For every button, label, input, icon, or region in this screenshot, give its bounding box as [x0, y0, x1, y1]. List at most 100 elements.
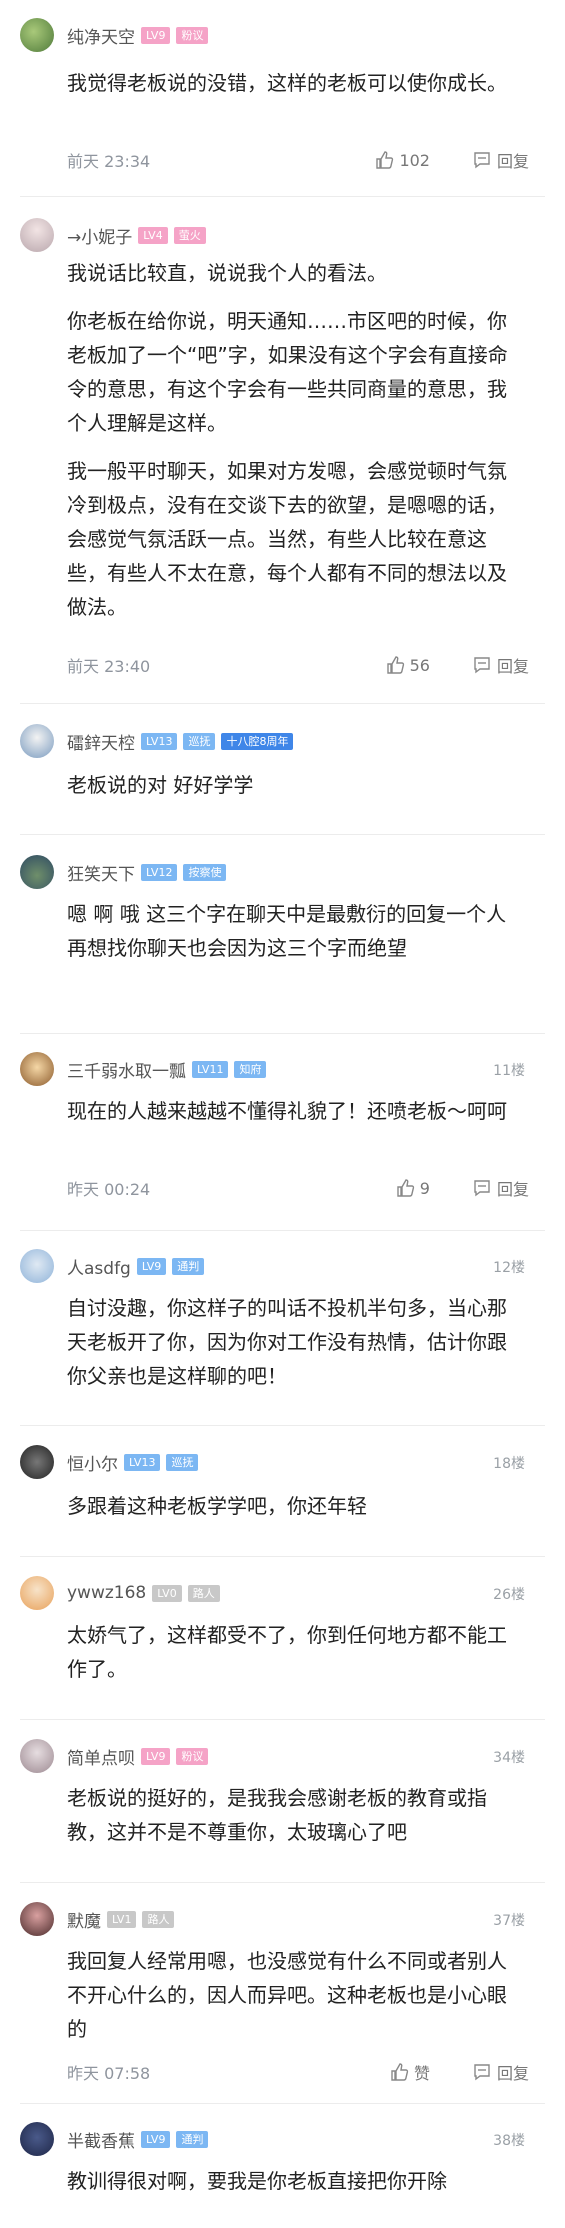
username[interactable]: 简单点呗: [67, 1744, 135, 1769]
avatar[interactable]: [20, 855, 54, 889]
avatar[interactable]: [20, 18, 54, 52]
reply-label: 回复: [496, 657, 529, 676]
divider: [20, 703, 545, 704]
username[interactable]: 恒小尔: [67, 1450, 118, 1475]
divider: [20, 1033, 545, 1034]
reply-label: 回复: [496, 152, 529, 171]
level-badge: LV9: [136, 1257, 167, 1275]
username[interactable]: 礌鋅天椌: [67, 729, 135, 754]
title-badge: 通判: [176, 2130, 209, 2148]
anniversary-badge: 十八腔8周年: [221, 732, 294, 750]
level-badge: LV1: [107, 1910, 137, 1928]
title-badge: 巡抚: [166, 1453, 199, 1471]
avatar[interactable]: [20, 1739, 54, 1773]
comment-text: 自讨没趣，你这样子的叫话不投机半句多，当心那天老板开了你，因为你对工作没有热情，…: [67, 1296, 507, 1388]
username[interactable]: 纯净天空: [67, 23, 135, 48]
comment-text: 教训得很对啊，要我是你老板直接把你开除: [67, 2169, 447, 2193]
divider: [20, 1719, 545, 1720]
title-badge: 路人: [142, 1910, 175, 1928]
divider: [20, 1425, 545, 1426]
title-badge: 巡抚: [183, 732, 216, 750]
thumbs-up-icon: [397, 1179, 414, 1197]
level-badge: LV4: [138, 226, 168, 244]
reply-label: 回复: [496, 1180, 529, 1199]
avatar[interactable]: [20, 724, 54, 758]
floor-number: 26楼: [493, 1587, 525, 1603]
reply-label: 回复: [496, 2064, 529, 2083]
like-count: 56: [409, 655, 430, 675]
title-badge: 萤火: [173, 226, 206, 244]
level-badge: LV13: [124, 1453, 161, 1471]
title-badge: 粉议: [176, 1747, 209, 1765]
avatar[interactable]: [20, 1249, 54, 1283]
floor-number: 18楼: [493, 1456, 525, 1472]
reply-button[interactable]: 回复: [472, 2060, 529, 2084]
timestamp: 前天 23:40: [67, 657, 151, 676]
comment-text: 我说话比较直，说说我个人的看法。 你老板在给你说，明天通知……市区吧的时候，你老…: [67, 261, 508, 619]
divider: [20, 1556, 545, 1557]
username[interactable]: 默魔: [67, 1907, 101, 1932]
divider: [20, 1882, 545, 1883]
divider: [20, 2103, 545, 2104]
comment-text: 我觉得老板说的没错，这样的老板可以使你成长。: [67, 71, 507, 95]
avatar[interactable]: [20, 1445, 54, 1479]
username[interactable]: 半截香蕉: [67, 2127, 135, 2152]
like-label: 赞: [413, 2064, 430, 2083]
comment-bubble-icon: [474, 657, 490, 674]
timestamp: 前天 23:34: [67, 152, 151, 171]
avatar[interactable]: [20, 1576, 54, 1610]
reply-button[interactable]: 回复: [472, 653, 529, 677]
comment-bubble-icon: [474, 1180, 490, 1197]
avatar[interactable]: [20, 218, 54, 252]
divider: [20, 834, 545, 835]
username[interactable]: ywwz168: [67, 1583, 146, 1603]
username[interactable]: 人asdfg: [67, 1254, 131, 1279]
comment-text: 嗯 啊 哦 这三个字在聊天中是最敷衍的回复一个人再想找你聊天也会因为这三个字而绝…: [67, 902, 507, 960]
title-badge: 路人: [187, 1584, 220, 1602]
timestamp: 昨天 07:58: [67, 2064, 151, 2083]
username[interactable]: 三千弱水取一瓢: [67, 1057, 186, 1082]
level-badge: LV9: [141, 26, 171, 44]
comment-text: 老板说的挺好的，是我我会感谢老板的教育或指教，这并不是不尊重你，太玻璃心了吧: [67, 1786, 487, 1844]
thumbs-up-icon: [386, 656, 404, 674]
divider: [20, 1230, 545, 1231]
avatar[interactable]: [20, 1902, 54, 1936]
thumbs-up-icon: [376, 151, 394, 169]
comment-text: 老板说的对 好好学学: [67, 773, 254, 797]
comment-text: 我回复人经常用嗯，也没感觉有什么不同或者别人不开心什么的，因人而异吧。这种老板也…: [67, 1949, 507, 2041]
like-button[interactable]: 56: [385, 655, 430, 675]
level-badge: LV9: [141, 2130, 171, 2148]
username[interactable]: 狂笑天下: [67, 860, 135, 885]
reply-button[interactable]: 回复: [472, 148, 529, 172]
title-badge: 知府: [234, 1060, 267, 1078]
like-button[interactable]: 9: [395, 1178, 430, 1198]
like-count: 9: [419, 1178, 430, 1198]
level-badge: LV12: [141, 863, 178, 881]
floor-number: 38楼: [493, 2133, 525, 2149]
floor-number: 12楼: [493, 1260, 525, 1276]
title-badge: 按察使: [183, 863, 227, 881]
level-badge: LV13: [141, 732, 178, 750]
floor-number: 37楼: [493, 1913, 525, 1929]
reply-button[interactable]: 回复: [472, 1176, 529, 1200]
comment-text: 多跟着这种老板学学吧，你还年轻: [67, 1494, 367, 1518]
divider: [20, 196, 545, 197]
like-button[interactable]: 102: [374, 150, 430, 170]
title-badge: 通判: [172, 1257, 205, 1275]
like-count: 102: [399, 150, 430, 170]
level-badge: LV11: [192, 1060, 229, 1078]
avatar[interactable]: [20, 1052, 54, 1086]
thumbs-up-icon: [391, 2063, 409, 2081]
like-button[interactable]: 赞: [389, 2060, 430, 2084]
floor-number: 34楼: [493, 1750, 525, 1766]
comment-bubble-icon: [474, 2064, 490, 2081]
comment-text: 太娇气了，这样都受不了，你到任何地方都不能工作了。: [67, 1623, 507, 1681]
avatar[interactable]: [20, 2122, 54, 2156]
title-badge: 粉议: [176, 26, 209, 44]
comment-text: 现在的人越来越越不懂得礼貌了！还喷老板～呵呵: [67, 1099, 507, 1123]
level-badge: LV0: [152, 1584, 182, 1602]
timestamp: 昨天 00:24: [67, 1180, 151, 1199]
level-badge: LV9: [141, 1747, 171, 1765]
username[interactable]: →小妮子: [67, 223, 132, 248]
floor-number: 11楼: [493, 1063, 525, 1079]
